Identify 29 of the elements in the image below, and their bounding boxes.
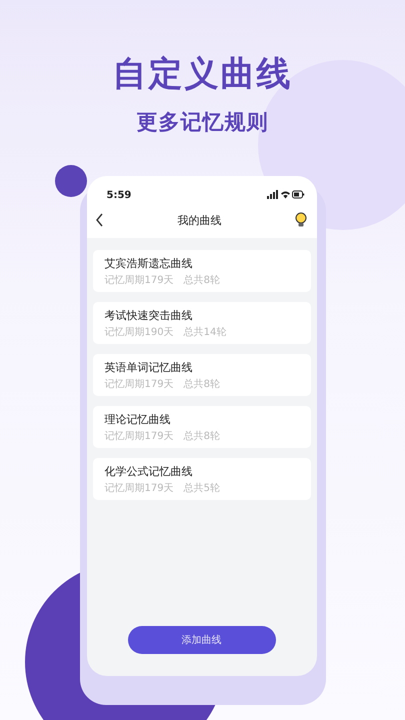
curve-rounds: 总共8轮 bbox=[184, 378, 220, 391]
curve-name: 英语单词记忆曲线 bbox=[104, 360, 194, 375]
curve-rounds: 总共5轮 bbox=[184, 482, 220, 495]
curve-period: 记忆周期179天 bbox=[104, 274, 174, 287]
back-icon[interactable] bbox=[94, 213, 104, 227]
curve-period: 记忆周期179天 bbox=[104, 378, 174, 391]
curve-rounds: 总共14轮 bbox=[184, 326, 226, 339]
lightbulb-icon[interactable] bbox=[294, 212, 306, 228]
curve-period: 记忆周期190天 bbox=[104, 326, 174, 339]
curve-card[interactable]: 英语单词记忆曲线 记忆周期179天 总共8轮 bbox=[92, 354, 310, 396]
curve-name: 化学公式记忆曲线 bbox=[104, 464, 194, 479]
curve-card[interactable]: 考试快速突击曲线 记忆周期190天 总共14轮 bbox=[92, 302, 310, 344]
curve-name: 考试快速突击曲线 bbox=[104, 308, 194, 323]
curve-period: 记忆周期179天 bbox=[104, 482, 174, 495]
status-time: 5:59 bbox=[106, 190, 132, 200]
subtitle: 更多记忆规则 bbox=[136, 109, 268, 136]
add-curve-button[interactable]: 添加曲线 bbox=[128, 626, 276, 654]
decorative-circle bbox=[55, 165, 87, 197]
page-title: 我的曲线 bbox=[178, 212, 222, 228]
curve-rounds: 总共8轮 bbox=[184, 274, 220, 287]
curve-rounds: 总共8轮 bbox=[184, 430, 220, 443]
headline: 自定义曲线 bbox=[112, 53, 292, 96]
status-icons bbox=[266, 190, 304, 200]
curve-period: 记忆周期179天 bbox=[104, 430, 174, 443]
curve-card[interactable]: 艾宾浩斯遗忘曲线 记忆周期179天 总共8轮 bbox=[92, 250, 310, 292]
curve-card[interactable]: 理论记忆曲线 记忆周期179天 总共8轮 bbox=[92, 406, 310, 448]
curve-card[interactable]: 化学公式记忆曲线 记忆周期179天 总共5轮 bbox=[92, 458, 310, 500]
curve-name: 艾宾浩斯遗忘曲线 bbox=[104, 256, 194, 271]
curve-name: 理论记忆曲线 bbox=[104, 412, 172, 427]
